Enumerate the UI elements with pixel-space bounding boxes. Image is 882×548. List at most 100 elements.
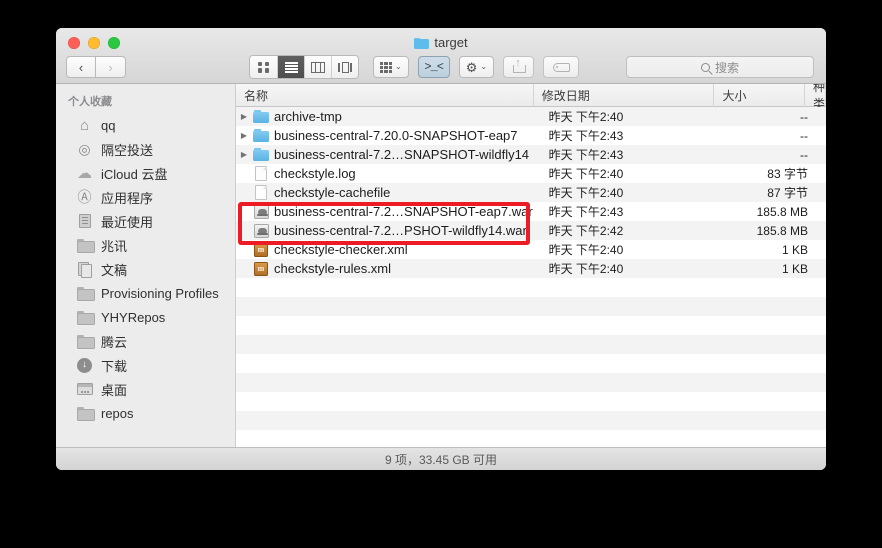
action-menu-button[interactable]: ⚙ ⌄ [458, 56, 495, 78]
sidebar-item-label: 应用程序 [101, 190, 154, 206]
file-name: checkstyle.log [274, 166, 356, 181]
file-name: checkstyle-checker.xml [274, 242, 408, 257]
forward-button[interactable]: › [96, 56, 126, 78]
empty-row[interactable] [236, 354, 826, 373]
sidebar-item-8[interactable]: Provisioning Profiles [56, 281, 235, 305]
sidebar-item-6[interactable]: 兆讯 [56, 233, 235, 257]
arrange-by-button[interactable]: ⌄ [373, 56, 409, 78]
folder-icon [76, 309, 95, 326]
sidebar-item-1[interactable]: ⌂ qq [56, 113, 235, 137]
cell-name: ▶ business-central-7.20.0-SNAPSHOT-eap7 [236, 128, 541, 143]
column-header-name[interactable]: 名称 [236, 83, 534, 107]
list-icon [284, 61, 298, 73]
cell-date: 昨天 下午2:40 [548, 262, 624, 276]
table-row[interactable]: ▶ archive-tmp 昨天 下午2:40 -- 文件夹 [236, 107, 826, 126]
folder-icon [76, 285, 95, 302]
sidebar-item-3[interactable]: ☁ iCloud 云盘 [56, 161, 235, 185]
chevron-down-icon: ⌄ [395, 62, 402, 71]
sidebar-item-12[interactable]: 桌面 [56, 377, 235, 401]
finder-window: target ‹ › ⌄ >_< ⚙ ⌄ ↑ 搜索 个人收藏 ⌂ qq ◎ 隔空… [56, 28, 826, 470]
empty-row[interactable] [236, 297, 826, 316]
back-button[interactable]: ‹ [66, 56, 96, 78]
cell-name: checkstyle.log [236, 166, 541, 181]
sidebar-item-label: repos [101, 405, 134, 421]
disclosure-triangle-icon[interactable]: ▶ [236, 112, 252, 121]
cell-date: 昨天 下午2:40 [548, 110, 624, 124]
applications-icon: Ⓐ [77, 189, 92, 205]
terminal-button[interactable]: >_< [417, 56, 450, 78]
table-row[interactable]: checkstyle-cachefile 昨天 下午2:40 87 字节文件 [236, 183, 826, 202]
empty-row[interactable] [236, 316, 826, 335]
chevron-left-icon: ‹ [78, 59, 84, 75]
sidebar-item-7[interactable]: 文稿 [56, 257, 235, 281]
disclosure-triangle-icon[interactable]: ▶ [236, 150, 252, 159]
recents-icon [76, 213, 93, 230]
table-row[interactable]: ▶ business-central-7.2…SNAPSHOT-wildfly14… [236, 145, 826, 164]
sidebar-item-label: 文稿 [101, 262, 128, 278]
cell-kind: M [818, 262, 826, 276]
cell-size: 1 KB [781, 242, 808, 257]
search-icon [701, 62, 711, 72]
cell-date: 昨天 下午2:40 [548, 186, 624, 200]
cell-size: 185.8 MB [756, 223, 808, 238]
empty-row[interactable] [236, 373, 826, 392]
sidebar-item-13[interactable]: repos [56, 401, 235, 425]
file-name: business-central-7.2…PSHOT-wildfly14.war [274, 223, 527, 238]
empty-row[interactable] [236, 411, 826, 430]
column-header-size[interactable]: 大小 [714, 83, 805, 107]
cell-name: checkstyle-cachefile [236, 185, 541, 200]
table-row[interactable]: m checkstyle-rules.xml 昨天 下午2:40 1 KB M [236, 259, 826, 278]
file-name: archive-tmp [274, 109, 342, 124]
cell-name: ▶ business-central-7.2…SNAPSHOT-wildfly14 [236, 147, 541, 162]
table-row[interactable]: business-central-7.2…SNAPSHOT-eap7.war 昨天… [236, 202, 826, 221]
xml-file-icon: m [252, 261, 270, 276]
cell-kind: M [818, 243, 826, 257]
column-headers: 名称 修改日期 大小 种类 [236, 80, 826, 111]
sidebar-item-4[interactable]: Ⓐ 应用程序 [56, 185, 235, 209]
share-button[interactable] [503, 56, 535, 78]
document-icon [252, 185, 270, 200]
table-row[interactable]: m checkstyle-checker.xml 昨天 下午2:40 1 KB M [236, 240, 826, 259]
disclosure-triangle-icon[interactable]: ▶ [236, 131, 252, 140]
sidebar-item-5[interactable]: 最近使用 [56, 209, 235, 233]
cell-kind: 文件夹 [818, 108, 826, 125]
sidebar-item-label: 桌面 [101, 382, 128, 398]
table-row[interactable]: checkstyle.log 昨天 下午2:40 83 字节日志 [236, 164, 826, 183]
status-bar: 9 项，33.45 GB 可用 [56, 447, 826, 470]
column-header-date[interactable]: 修改日期 [534, 83, 715, 107]
file-rows: ▶ archive-tmp 昨天 下午2:40 -- 文件夹 ▶ business-cent… [236, 107, 826, 447]
column-header-kind[interactable]: 种类 [805, 80, 826, 111]
cell-date: 昨天 下午2:43 [548, 148, 624, 162]
sidebar[interactable]: 个人收藏 ⌂ qq ◎ 隔空投送 ☁ iCloud 云盘 Ⓐ 应用程序 最近使用 兆讯 文稿 Prov… [56, 84, 236, 447]
empty-row[interactable] [236, 392, 826, 411]
empty-row[interactable] [236, 278, 826, 297]
sidebar-item-label: 兆讯 [101, 238, 128, 254]
gallery-view-button[interactable] [331, 56, 358, 78]
cell-kind: 文件 [818, 184, 826, 201]
sidebar-item-11[interactable]: ↓ 下载 [56, 353, 235, 377]
sidebar-item-10[interactable]: 腾云 [56, 329, 235, 353]
table-row[interactable]: business-central-7.2…PSHOT-wildfly14.war… [236, 221, 826, 240]
folder-icon [76, 333, 95, 350]
terminal-icon: >_< [424, 60, 444, 74]
xml-file-icon: m [252, 242, 270, 257]
cell-kind: 文件夹 [818, 127, 826, 144]
document-icon [252, 166, 270, 181]
cell-name: ▶ archive-tmp [236, 109, 541, 124]
sidebar-item-9[interactable]: YHYRepos [56, 305, 235, 329]
sidebar-item-label: YHYRepos [101, 309, 166, 325]
list-view-button[interactable] [277, 56, 304, 78]
folder-icon [252, 148, 270, 161]
column-view-button[interactable] [304, 56, 331, 78]
icon-view-button[interactable] [250, 56, 277, 78]
file-name: checkstyle-cachefile [274, 185, 391, 200]
cell-size: 1 KB [781, 261, 808, 276]
tag-button[interactable] [543, 56, 580, 78]
search-input[interactable]: 搜索 [626, 56, 815, 78]
sidebar-item-2[interactable]: ◎ 隔空投送 [56, 137, 235, 161]
empty-row[interactable] [236, 335, 826, 354]
table-row[interactable]: ▶ business-central-7.20.0-SNAPSHOT-eap7 昨天… [236, 126, 826, 145]
sidebar-item-label: qq [101, 117, 116, 133]
window-title-text: target [434, 35, 468, 50]
documents-icon [76, 261, 93, 278]
